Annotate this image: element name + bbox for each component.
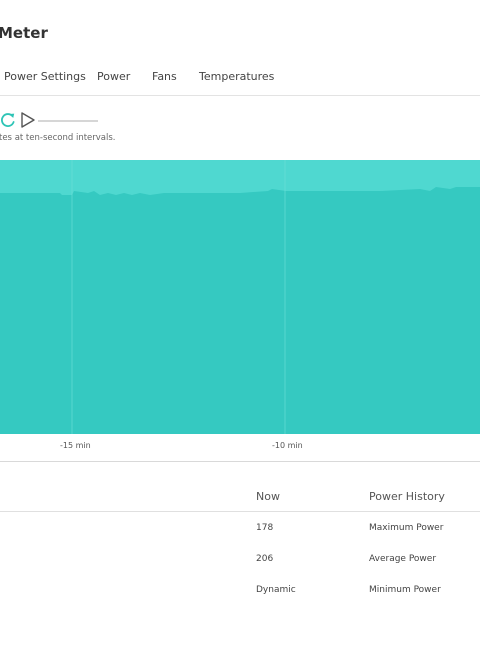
table-cell-history: Minimum Power xyxy=(369,585,441,595)
x-tick-label: -10 min xyxy=(272,441,303,450)
tabs-divider xyxy=(0,95,480,96)
refresh-icon[interactable] xyxy=(0,111,16,133)
column-header-now: Now xyxy=(256,490,280,503)
table-cell-history: Maximum Power xyxy=(369,523,444,533)
table-cell-now: 178 xyxy=(256,523,274,533)
power-meter-chart: -15 min -10 min xyxy=(0,160,480,462)
table-cell-now: 206 xyxy=(256,554,274,564)
table-header-divider xyxy=(0,511,480,512)
playback-slider[interactable] xyxy=(38,120,98,122)
chart-svg xyxy=(0,160,480,434)
play-icon[interactable] xyxy=(20,111,36,133)
table-cell-now: Dynamic xyxy=(256,585,296,595)
table-cell-history: Average Power xyxy=(369,554,437,564)
playback-controls xyxy=(0,111,120,131)
x-tick-label: -15 min xyxy=(60,441,91,450)
column-header-power-history: Power History xyxy=(369,490,445,503)
interval-note: tes at ten-second intervals. xyxy=(0,133,116,143)
tab-power-settings[interactable]: Power Settings xyxy=(4,70,86,83)
page-title: Meter xyxy=(0,24,48,42)
chart-bottom-divider xyxy=(0,461,480,462)
tab-power[interactable]: Power xyxy=(97,70,130,83)
tab-temperatures[interactable]: Temperatures xyxy=(199,70,274,83)
power-meter-page: Meter Power Settings Power Fans Temperat… xyxy=(0,0,480,650)
tab-fans[interactable]: Fans xyxy=(152,70,177,83)
